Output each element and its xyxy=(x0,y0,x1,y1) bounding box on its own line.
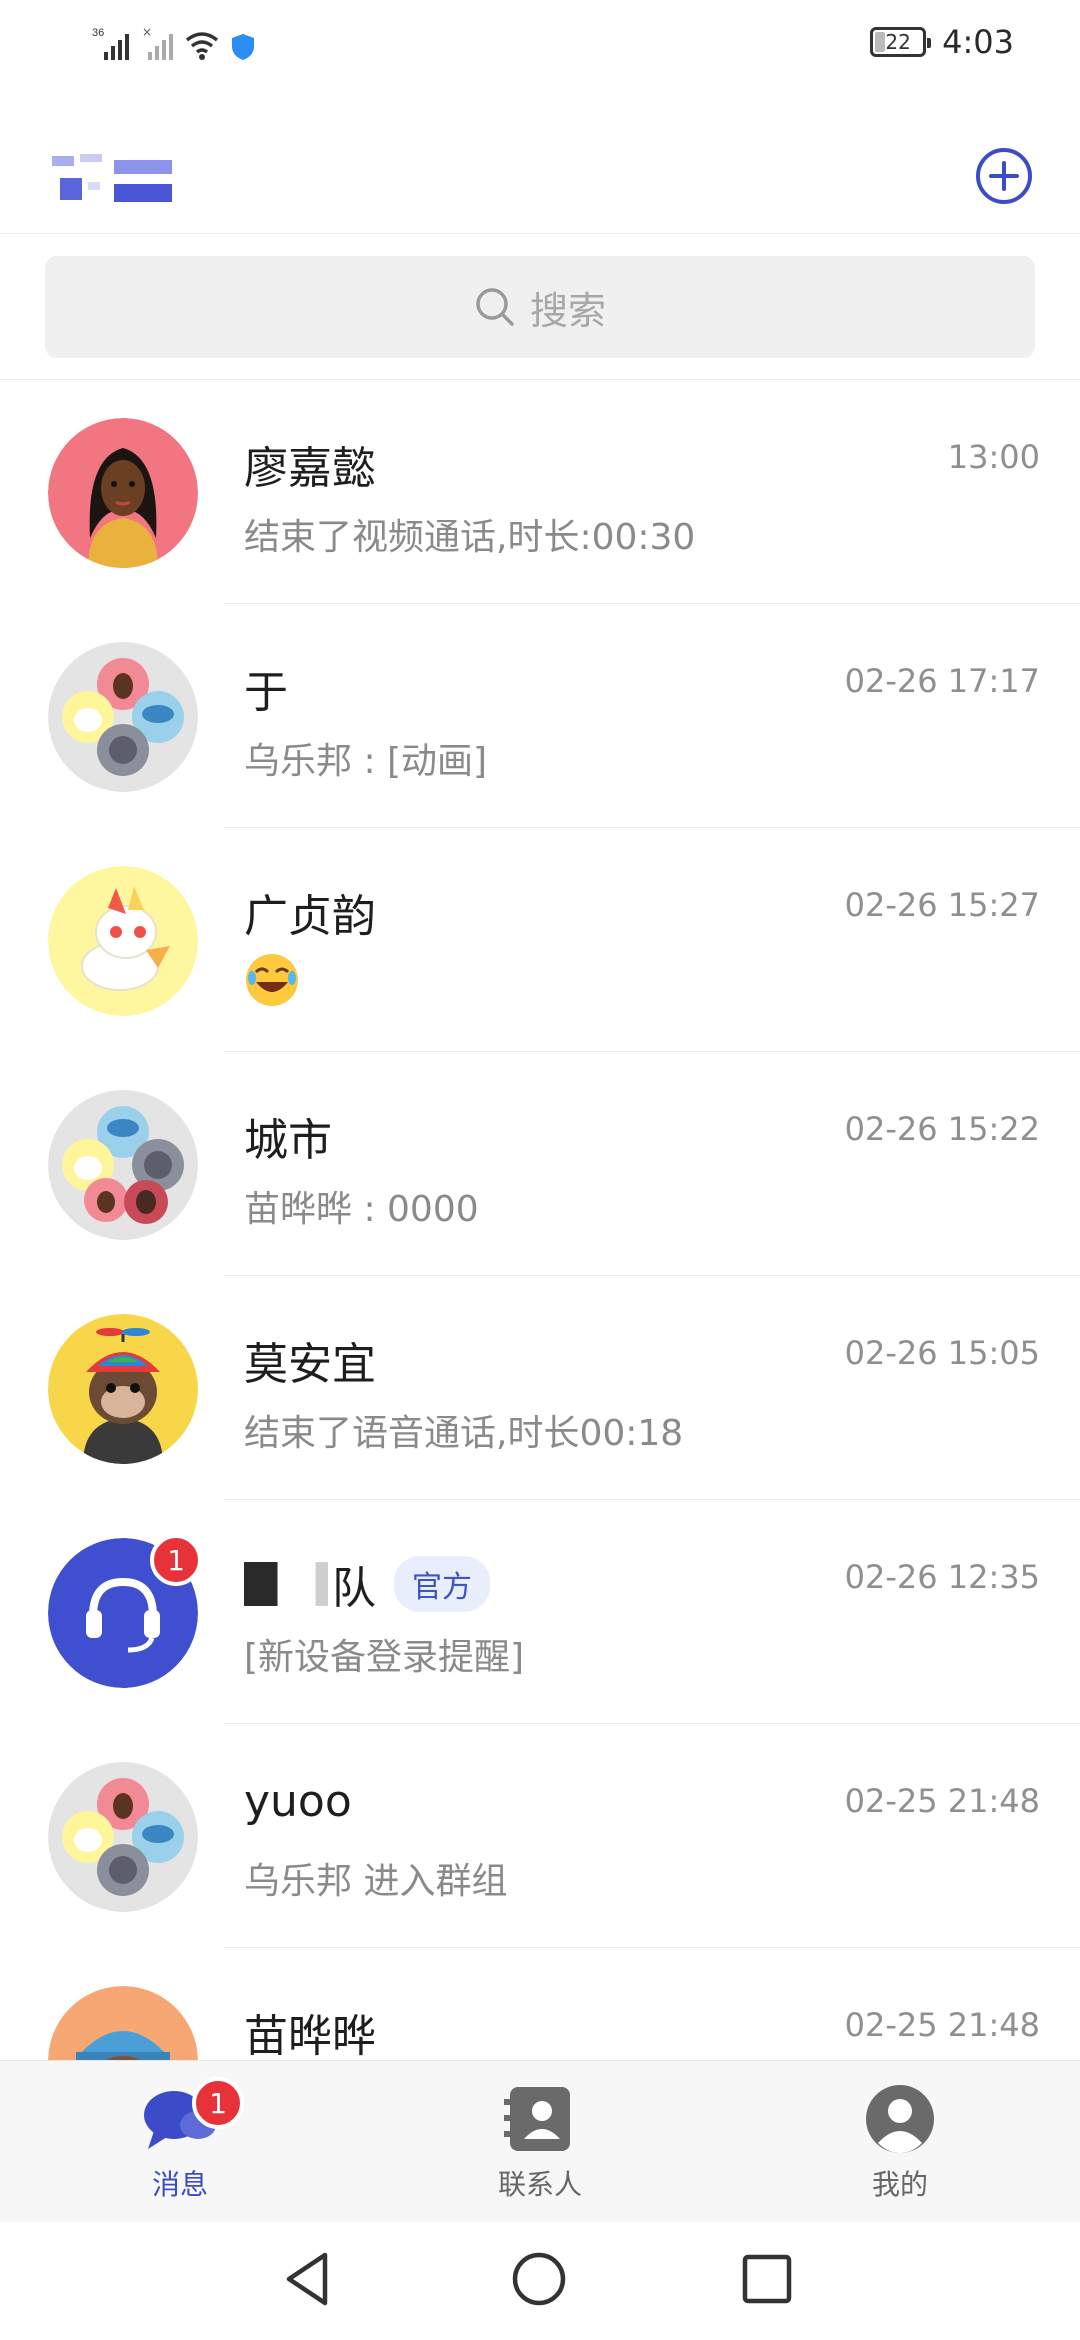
contact-name: 广贞韵 xyxy=(244,891,376,942)
laughing-face-emoji-icon xyxy=(246,954,298,1006)
conversation-title: yuoo xyxy=(244,1776,352,1827)
conversation-row[interactable]: 莫安宜 02-26 15:05 结束了语音通话,时长00:18 xyxy=(0,1276,1080,1500)
conversation-row[interactable]: yuoo 02-25 21:48 乌乐邦 进入群组 xyxy=(0,1724,1080,1948)
conversation-title: 广贞韵 xyxy=(244,880,376,944)
message-preview: 结束了视频通话,时长:00:30 xyxy=(244,517,696,558)
contact-name: 苗晔晔 xyxy=(244,2011,376,2060)
official-tag: 官方 xyxy=(394,1556,490,1612)
search-input[interactable]: 搜索 xyxy=(45,256,1035,358)
contact-name: 城市 xyxy=(244,1115,332,1166)
group-collage-icon xyxy=(48,642,198,792)
message-preview: 乌乐邦 进入群组 xyxy=(244,1861,508,1902)
message-time: 02-25 21:48 xyxy=(844,1782,1040,1820)
contact-name: 队 xyxy=(332,1563,376,1614)
tab-unread-badge: 1 xyxy=(192,2077,244,2129)
conversation-list: 廖嘉懿 13:00 结束了视频通话,时长:00:30 于 02-26 17:17… xyxy=(0,380,1080,2060)
conversation-title: 廖嘉懿 xyxy=(244,432,376,496)
unread-badge: 1 xyxy=(150,1534,202,1586)
bottom-tab-bar: 1 消息 联系人 我的 xyxy=(0,2060,1080,2222)
contacts-book-icon xyxy=(504,2087,570,2151)
group-collage-icon xyxy=(48,1762,198,1912)
search-icon xyxy=(476,288,514,326)
message-time: 13:00 xyxy=(947,438,1040,476)
conversation-title: 苗晔晔 xyxy=(244,2000,376,2060)
back-button[interactable] xyxy=(272,2244,342,2314)
back-triangle-icon xyxy=(286,2252,328,2306)
tab-profile[interactable]: 我的 xyxy=(780,2061,1020,2223)
status-bar: 36 × 22 4:03 xyxy=(0,0,1080,84)
message-time: 02-26 12:35 xyxy=(844,1558,1040,1596)
system-nav-bar xyxy=(0,2222,1080,2340)
tab-messages[interactable]: 1 消息 xyxy=(60,2061,300,2223)
message-preview: 结束了语音通话,时长00:18 xyxy=(244,1413,684,1454)
redacted-block xyxy=(244,1562,328,1606)
conversation-title: 于 xyxy=(244,656,288,720)
plus-circle-icon[interactable] xyxy=(974,146,1034,206)
conversation-row[interactable]: 廖嘉懿 13:00 结束了视频通话,时长:00:30 xyxy=(0,380,1080,604)
home-circle-icon xyxy=(512,2252,566,2306)
monkey-propeller-cap-icon xyxy=(48,1314,198,1464)
search-placeholder: 搜索 xyxy=(529,288,606,333)
home-button[interactable] xyxy=(504,2244,574,2314)
app-header xyxy=(0,84,1080,234)
signal-no-sim-icon: × xyxy=(142,26,173,60)
conversation-row[interactable]: 广贞韵 02-26 15:27 xyxy=(0,828,1080,1052)
signal-icon: 36 xyxy=(92,27,129,60)
avatar xyxy=(48,1762,198,1912)
contact-name: 莫安宜 xyxy=(244,1339,376,1390)
avatar xyxy=(48,1986,198,2060)
avatar xyxy=(48,1314,198,1464)
tab-contacts[interactable]: 联系人 xyxy=(420,2061,660,2223)
conversation-row[interactable]: 于 02-26 17:17 乌乐邦 : [动画] xyxy=(0,604,1080,828)
status-icons-right: 22 4:03 xyxy=(870,20,1014,64)
avatar xyxy=(48,1090,198,1240)
shield-icon xyxy=(232,34,254,60)
message-time: 02-26 15:05 xyxy=(844,1334,1040,1372)
woman-portrait-icon xyxy=(48,418,198,568)
conversation-title: 城市 xyxy=(244,1104,332,1168)
wifi-icon xyxy=(185,32,219,60)
conversation-row[interactable]: 苗晔晔 02-25 21:48 xyxy=(0,1948,1080,2060)
avatar xyxy=(48,418,198,568)
monkey-blue-cap-icon xyxy=(48,1986,198,2060)
message-time: 02-26 15:27 xyxy=(844,886,1040,924)
tab-label: 联系人 xyxy=(497,2168,582,2201)
message-preview: 乌乐邦 : [动画] xyxy=(244,741,488,782)
tab-label: 消息 xyxy=(151,2168,208,2201)
avatar xyxy=(48,866,198,1016)
message-time: 02-25 21:48 xyxy=(844,2006,1040,2044)
message-time: 02-26 17:17 xyxy=(844,662,1040,700)
unicorn-icon xyxy=(48,866,198,1016)
message-preview: 苗晔晔 : 0000 xyxy=(244,1189,479,1230)
conversation-row[interactable]: 城市 02-26 15:22 苗晔晔 : 0000 xyxy=(0,1052,1080,1276)
conversation-row[interactable]: 1 队 官方 02-26 12:35 [新设备登录提醒] xyxy=(0,1500,1080,1724)
search-section: 搜索 xyxy=(0,235,1080,380)
recents-square-icon xyxy=(742,2254,792,2304)
contact-name: yuoo xyxy=(244,1776,352,1827)
recents-button[interactable] xyxy=(732,2244,802,2314)
tab-label: 我的 xyxy=(871,2168,928,2201)
profile-icon xyxy=(866,2085,934,2153)
message-time: 02-26 15:22 xyxy=(844,1110,1040,1148)
conversation-title: 队 官方 xyxy=(244,1552,490,1616)
group-collage-icon xyxy=(48,1090,198,1240)
status-icons-left: 36 × xyxy=(92,22,256,62)
clock: 4:03 xyxy=(942,23,1014,61)
battery-icon: 22 xyxy=(870,27,932,57)
contact-name: 廖嘉懿 xyxy=(244,443,376,494)
battery-level: 22 xyxy=(885,30,911,54)
avatar xyxy=(48,642,198,792)
app-logo xyxy=(52,154,172,202)
message-preview: [新设备登录提醒] xyxy=(244,1637,525,1678)
network-type-label: 36 xyxy=(92,27,104,39)
svg-text:×: × xyxy=(142,26,152,39)
contact-name: 于 xyxy=(244,667,288,718)
conversation-title: 莫安宜 xyxy=(244,1328,376,1392)
